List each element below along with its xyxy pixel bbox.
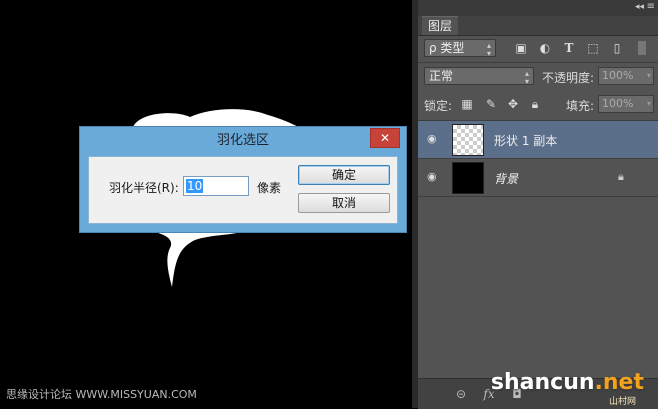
- dropdown-arrow-icon: ▾: [646, 71, 651, 80]
- shape-filter-icon[interactable]: ⬚: [586, 41, 600, 55]
- close-button[interactable]: ✕: [370, 128, 400, 148]
- filter-toggle-icon[interactable]: [638, 41, 646, 55]
- layer-row-shape-copy[interactable]: ◉ 形状 1 副本: [418, 121, 658, 159]
- opacity-field[interactable]: 100% ▾: [598, 67, 654, 85]
- opacity-label: 不透明度:: [542, 71, 595, 85]
- eye-icon[interactable]: ◉: [427, 133, 441, 145]
- type-filter-icon[interactable]: T: [562, 41, 576, 55]
- layer-name: 形状 1 副本: [494, 134, 558, 148]
- divider: [418, 62, 658, 63]
- tab-layers[interactable]: 图层: [422, 16, 459, 35]
- lock-icon[interactable]: 🔒︎: [618, 170, 628, 183]
- dropdown-arrow-icon: ▾: [646, 99, 651, 108]
- lock-all-icon[interactable]: 🔒︎: [528, 97, 542, 111]
- fill-value: 100%: [602, 97, 634, 110]
- double-arrow-icon[interactable]: ◂◂: [635, 2, 644, 12]
- layer-filter-select[interactable]: ρ 类型 ▴ ▾: [424, 39, 496, 58]
- watermark-left: 思缘设计论坛 WWW.MISSYUAN.COM: [6, 388, 197, 401]
- radius-label: 羽化半径(R):: [109, 181, 179, 195]
- updown-icon: ▴ ▾: [486, 41, 491, 58]
- watermark-right-suffix: .net: [594, 370, 644, 395]
- ok-button[interactable]: 确定: [298, 165, 390, 185]
- lock-transparent-icon[interactable]: ▦: [460, 97, 474, 111]
- adjustment-filter-icon[interactable]: ◐: [538, 41, 552, 55]
- watermark-right-text: shancun: [490, 370, 595, 395]
- filter-label: ρ 类型: [429, 41, 465, 55]
- unit-label: 像素: [257, 181, 282, 195]
- layers-panel: ◂◂ ≡ 图层 ρ 类型 ▴ ▾ ▣ ◐ T ⬚ ▯ 正常 ▴ ▾ 不透明度: 10…: [418, 0, 658, 409]
- layer-name: 背景: [494, 172, 519, 186]
- radius-value: 10: [186, 179, 204, 193]
- dialog-body: 羽化半径(R): 10 像素 确定 取消: [88, 156, 398, 224]
- lock-brush-icon[interactable]: ✎: [484, 97, 498, 111]
- feather-dialog: 羽化选区 ✕ 羽化半径(R): 10 像素 确定 取消: [79, 126, 407, 233]
- radius-input[interactable]: 10: [183, 176, 249, 196]
- blend-mode-select[interactable]: 正常 ▴ ▾: [424, 67, 534, 86]
- panel-menu-icon[interactable]: ≡: [647, 1, 655, 12]
- blend-mode-value: 正常: [429, 69, 454, 83]
- opacity-value: 100%: [602, 69, 634, 82]
- layer-thumbnail: [452, 162, 484, 194]
- smart-object-filter-icon[interactable]: ▯: [610, 41, 624, 55]
- fill-label: 填充:: [566, 99, 595, 113]
- pixel-filter-icon[interactable]: ▣: [514, 41, 528, 55]
- layer-thumbnail: [452, 124, 484, 156]
- watermark-sub: 山村网: [608, 397, 636, 407]
- cancel-button[interactable]: 取消: [298, 193, 390, 213]
- layer-row-background[interactable]: ◉ 背景 🔒︎: [418, 159, 658, 197]
- eye-icon[interactable]: ◉: [427, 171, 441, 183]
- dialog-title: 羽化选区: [216, 133, 269, 148]
- updown-icon: ▴ ▾: [524, 69, 529, 86]
- lock-label: 锁定:: [424, 99, 453, 113]
- watermark-logo: shancun.net: [491, 370, 644, 395]
- lock-position-icon[interactable]: ✥: [506, 97, 520, 111]
- link-layers-icon[interactable]: ⊝: [454, 387, 468, 401]
- fill-field[interactable]: 100% ▾: [598, 95, 654, 113]
- panel-header: ◂◂ ≡: [418, 0, 658, 16]
